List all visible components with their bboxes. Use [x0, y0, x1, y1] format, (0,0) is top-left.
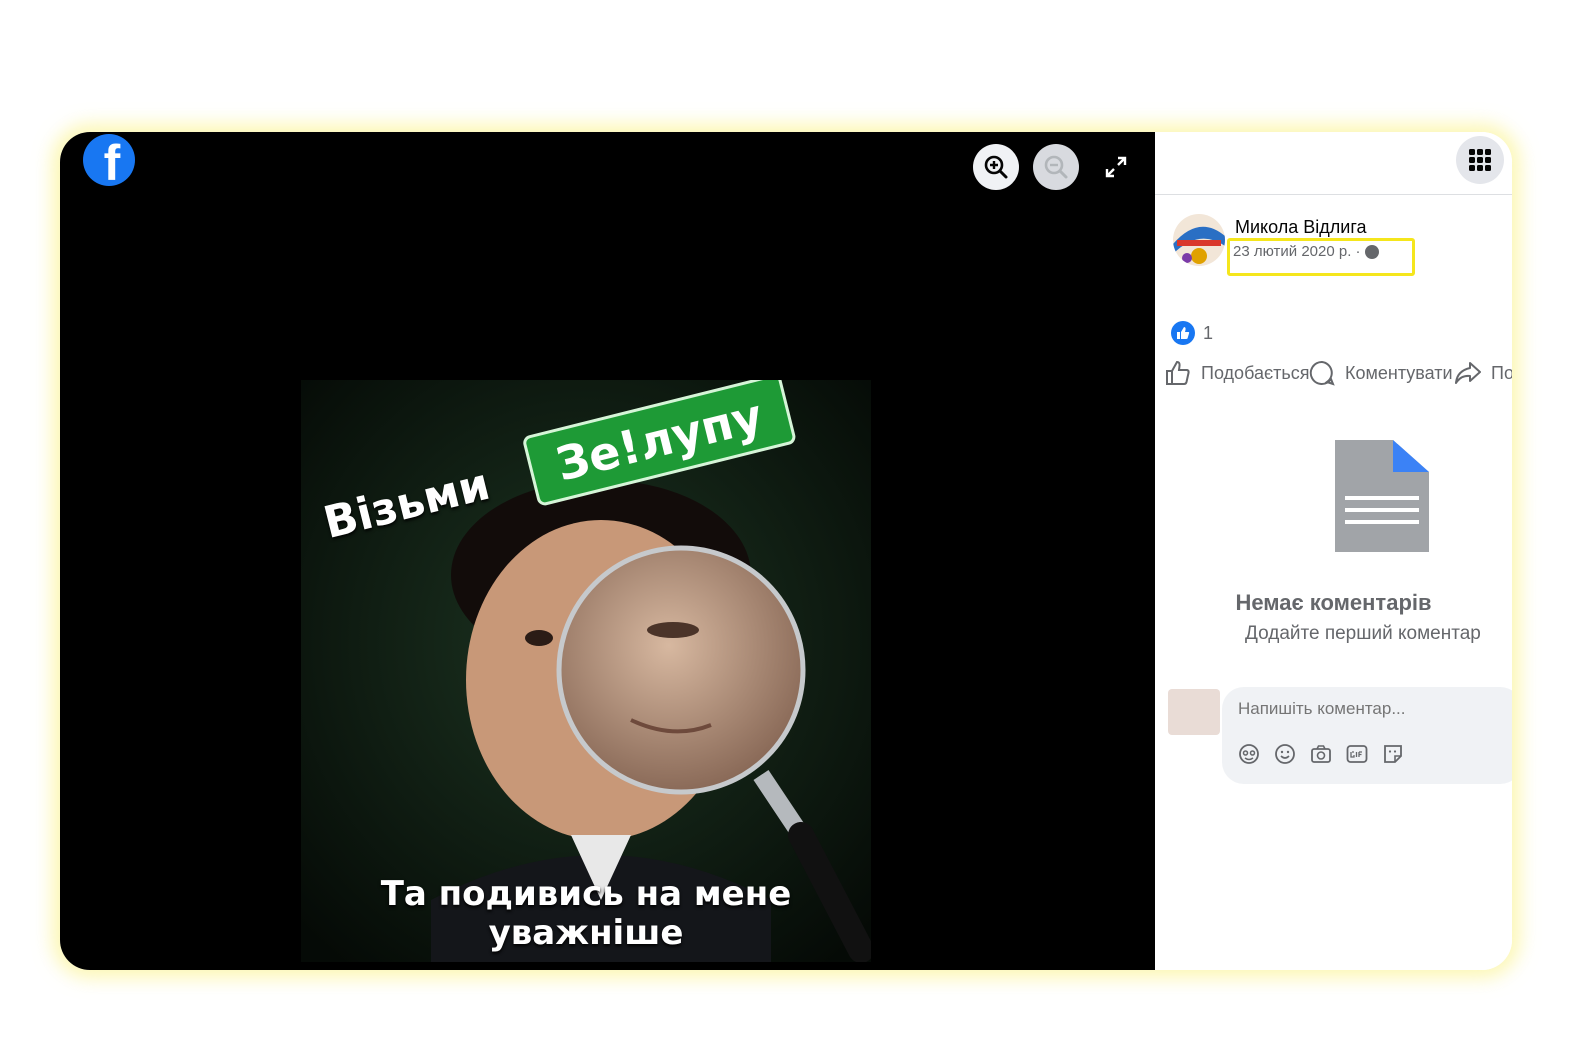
share-icon	[1455, 362, 1481, 384]
share-button[interactable]: По	[1455, 360, 1512, 386]
grid-menu-icon	[1469, 149, 1491, 171]
image-viewer: f Візьми Зе!лупу Та подивись на мене ува…	[60, 132, 1155, 970]
no-comments-title: Немає коментарів	[1235, 590, 1432, 615]
post-actions: Подобається Коментувати По	[1165, 360, 1512, 388]
share-label: По	[1491, 362, 1512, 383]
panel-header	[1155, 132, 1512, 195]
zoom-in-icon	[984, 155, 1008, 179]
author-avatar[interactable]	[1173, 214, 1225, 266]
current-user-avatar	[1168, 689, 1220, 735]
globe-icon	[1364, 244, 1379, 259]
no-comments-subtitle: Додайте перший коментар	[1245, 623, 1481, 644]
empty-document-icon	[1335, 440, 1429, 552]
camera-icon[interactable]	[1310, 743, 1332, 765]
thumbs-up-icon	[1166, 360, 1190, 385]
gif-icon[interactable]	[1346, 743, 1368, 765]
zoom-in-button[interactable]	[973, 144, 1019, 190]
comment-tools	[1238, 743, 1404, 765]
comment-button[interactable]: Коментувати	[1309, 360, 1453, 386]
fullscreen-icon	[1105, 156, 1127, 178]
image-caption-line-1: Та подивись на мене	[380, 874, 792, 914]
post-date[interactable]: 23 лютий 2020 р. ·	[1233, 243, 1361, 260]
photo-viewer-window: f Візьми Зе!лупу Та подивись на мене ува…	[60, 132, 1512, 970]
post-image: Візьми Зе!лупу Та подивись на мене уважн…	[301, 380, 871, 962]
comment-input[interactable]	[1238, 699, 1498, 719]
reactions-summary[interactable]: 1	[1171, 321, 1213, 345]
like-label: Подобається	[1201, 362, 1310, 383]
zoom-out-icon	[1044, 155, 1068, 179]
comment-icon	[1309, 360, 1335, 386]
post-side-panel: Микола Відлига 23 лютий 2020 р. · 1 Подо…	[1155, 132, 1512, 970]
comment-label: Коментувати	[1345, 362, 1453, 383]
like-count: 1	[1203, 322, 1214, 343]
post-meta: 23 лютий 2020 р. ·	[1233, 243, 1379, 260]
comment-composer[interactable]	[1222, 687, 1512, 784]
author-name[interactable]: Микола Відлига	[1235, 217, 1367, 238]
author-avatar-image	[1173, 214, 1225, 266]
image-caption-line-2: уважніше	[488, 913, 684, 953]
zoom-out-button[interactable]	[1033, 144, 1079, 190]
like-reaction-icon	[1171, 321, 1195, 345]
facebook-logo-icon[interactable]: f	[83, 134, 135, 186]
facebook-logo-letter: f	[103, 135, 121, 186]
sticker-icon[interactable]	[1382, 743, 1404, 765]
image-bottom-caption: Та подивись на мене уважніше	[301, 875, 871, 953]
menu-button[interactable]	[1456, 136, 1504, 184]
avatar-sticker-icon[interactable]	[1238, 743, 1260, 765]
like-button[interactable]: Подобається	[1165, 360, 1310, 386]
fullscreen-button[interactable]	[1093, 144, 1139, 190]
emoji-icon[interactable]	[1274, 743, 1296, 765]
